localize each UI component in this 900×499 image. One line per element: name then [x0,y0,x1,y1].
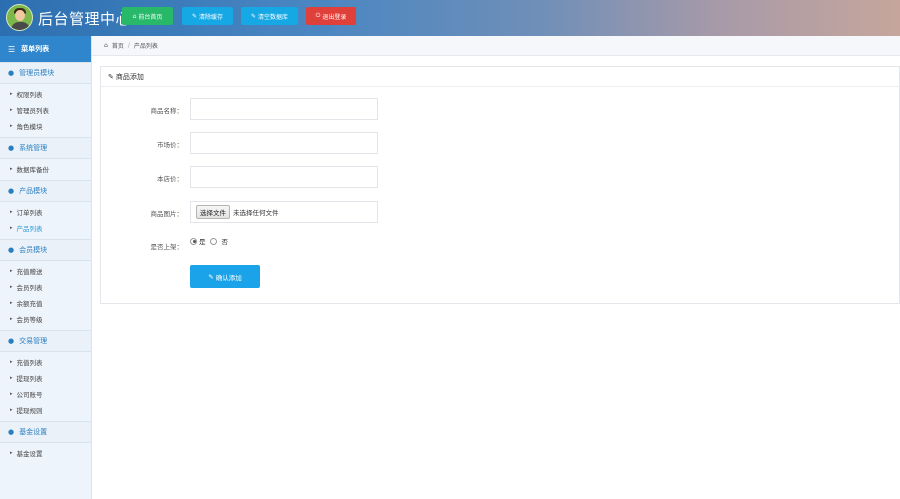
power-icon: ⏻ [315,12,321,19]
caret-right-icon: ▸ [10,284,13,290]
product-add-panel: ✎ 商品添加 商品名称： 市场价： 本店价： 商品图片： 选择文件 未选择任何文… [100,66,900,304]
caret-right-icon: ▸ [10,450,13,456]
user-icon: ● [8,144,15,152]
sidebar-group-transactions[interactable]: ● 交易管理 [0,330,91,352]
avatar [6,4,33,31]
breadcrumb-separator: / [127,42,130,49]
caret-right-icon: ▸ [10,300,13,306]
sidebar-group-products[interactable]: ● 产品模块 [0,180,91,202]
caret-right-icon: ▸ [10,268,13,274]
shop-price-label: 本店价： [157,175,183,183]
sidebar-item-withdraw-rules[interactable]: ▸ 提现规则 [0,402,91,418]
caret-right-icon: ▸ [10,123,13,129]
sidebar-item-db-backup[interactable]: ▸ 数据库备份 [0,161,91,177]
user-icon: ● [8,69,15,77]
sidebar-item-permissions[interactable]: ▸ 权限列表 [0,86,91,102]
sidebar: ☰ 菜单列表 ● 管理员模块 ▸ 权限列表 ▸ 管理员列表 ▸ 角色模块 ● 系统管理… [0,36,92,499]
confirm-add-button[interactable]: ✎ 确认添加 [190,265,260,288]
sidebar-item-recharge-gift[interactable]: ▸ 充值赠送 [0,263,91,279]
user-icon: ● [8,187,15,195]
product-name-input[interactable] [190,98,378,120]
home-icon: ⌂ [132,12,137,20]
home-icon: ⌂ [104,42,108,49]
product-image-label: 商品图片： [150,210,184,218]
product-name-label: 商品名称： [150,107,184,115]
market-price-input[interactable] [190,132,378,154]
user-icon: ● [8,337,15,345]
clear-cache-button[interactable]: ✎ 清除缓存 [182,7,233,25]
edit-icon: ✎ [108,72,114,81]
sidebar-group-fund[interactable]: ● 基金设置 [0,421,91,443]
sidebar-item-products[interactable]: ▸ 产品列表 [0,220,91,236]
user-icon: ● [8,246,15,254]
wrench-icon: ✎ [191,12,197,20]
list-icon: ☰ [8,44,16,54]
on-sale-label: 是否上架： [150,243,184,251]
caret-right-icon: ▸ [10,91,13,97]
sidebar-item-member-list[interactable]: ▸ 会员列表 [0,279,91,295]
wrench-icon: ✎ [250,12,256,20]
on-sale-radio-group: 是 否 [190,236,228,246]
caret-right-icon: ▸ [10,316,13,322]
file-status-text: 未选择任何文件 [233,209,279,217]
caret-right-icon: ▸ [10,407,13,413]
panel-title: ✎ 商品添加 [101,67,899,87]
edit-icon: ✎ [208,272,214,281]
breadcrumb-home[interactable]: 首页 [112,41,124,50]
app-title: 后台管理中心 [38,10,132,28]
caret-right-icon: ▸ [10,107,13,113]
logout-button[interactable]: ⏻ 退出登录 [306,7,356,25]
caret-right-icon: ▸ [10,375,13,381]
sidebar-group-admin[interactable]: ● 管理员模块 [0,62,91,84]
sidebar-group-system[interactable]: ● 系统管理 [0,137,91,159]
sidebar-item-member-level[interactable]: ▸ 会员等级 [0,311,91,327]
market-price-label: 市场价： [157,141,183,149]
sidebar-item-recharge-list[interactable]: ▸ 充值列表 [0,354,91,370]
choose-file-button[interactable]: 选择文件 [196,205,230,219]
caret-right-icon: ▸ [10,225,13,231]
sidebar-item-roles[interactable]: ▸ 角色模块 [0,118,91,134]
frontend-home-button[interactable]: ⌂ 前台首页 [122,7,173,25]
on-sale-no-radio[interactable] [209,237,217,245]
top-header: 后台管理中心 ⌂ 前台首页 ✎ 清除缓存 ✎ 清空数据库 ⏻ 退出登录 [0,0,900,36]
clear-database-button[interactable]: ✎ 清空数据库 [241,7,298,25]
on-sale-yes-label: 是 [199,238,206,246]
sidebar-item-company-account[interactable]: ▸ 公司账号 [0,386,91,402]
caret-right-icon: ▸ [10,391,13,397]
user-icon: ● [8,428,15,436]
sidebar-item-balance-recharge[interactable]: ▸ 余额充值 [0,295,91,311]
sidebar-item-admins[interactable]: ▸ 管理员列表 [0,102,91,118]
sidebar-item-withdraw-list[interactable]: ▸ 提现列表 [0,370,91,386]
sidebar-item-orders[interactable]: ▸ 订单列表 [0,204,91,220]
shop-price-input[interactable] [190,166,378,188]
caret-right-icon: ▸ [10,166,13,172]
on-sale-no-label: 否 [221,238,229,246]
breadcrumb-current: 产品列表 [133,43,158,50]
sidebar-item-fund-settings[interactable]: ▸ 基金设置 [0,445,91,461]
caret-right-icon: ▸ [10,209,13,215]
sidebar-menu-title: ☰ 菜单列表 [0,36,91,62]
sidebar-group-members[interactable]: ● 会员模块 [0,239,91,261]
breadcrumb: ⌂ 首页 / 产品列表 [92,36,900,56]
caret-right-icon: ▸ [10,359,13,365]
product-image-file-input: 选择文件 未选择任何文件 [190,201,378,223]
on-sale-yes-radio[interactable] [190,237,197,245]
